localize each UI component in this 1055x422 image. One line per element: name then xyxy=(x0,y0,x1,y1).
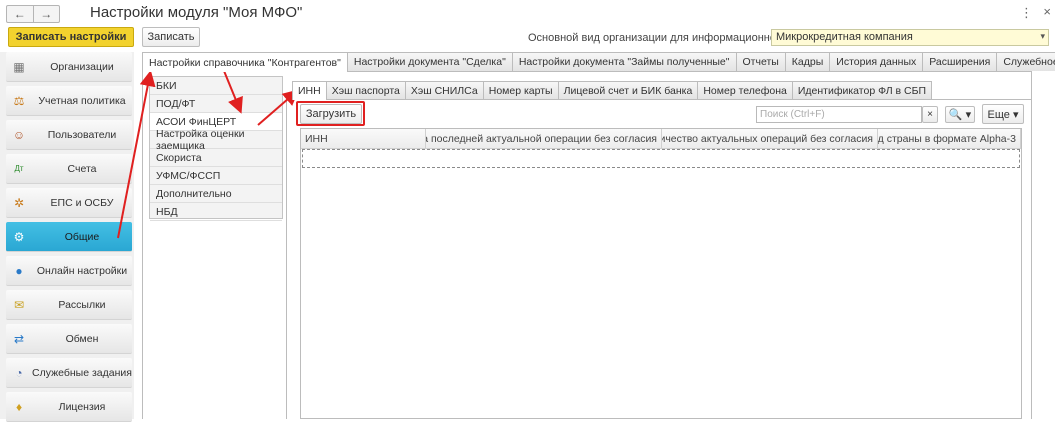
side-list-item[interactable]: УФМС/ФССП xyxy=(150,167,282,185)
back-arrow-icon[interactable]: ← xyxy=(7,6,34,22)
side-list-item[interactable]: Настройка оценки заемщика xyxy=(150,128,282,152)
more-button[interactable]: Еще ▾ xyxy=(982,104,1024,124)
debit-credit-icon: Дт xyxy=(14,164,24,173)
envelope-icon: ✉ xyxy=(13,297,25,312)
lightbulb-icon: ♦ xyxy=(15,399,23,414)
sidebar-item-label: Онлайн настройки xyxy=(36,264,128,277)
sidebar-item-label: ЕПС и ОСБУ xyxy=(50,196,114,209)
top-tab[interactable]: Кадры xyxy=(784,52,831,71)
sidebar-item[interactable]: ♦ Лицензия xyxy=(6,392,132,422)
side-section-list: БКИ ПОД/ФТ АСОИ ФинЦЕРТ Настройка оценки за… xyxy=(149,76,283,221)
table-row[interactable] xyxy=(302,149,1020,168)
sidebar-item[interactable]: ⚖ Учетная политика xyxy=(6,86,132,116)
sidebar-item[interactable]: ▦ Организации xyxy=(6,52,132,82)
sidebar-item[interactable]: ⚙ Общие xyxy=(6,222,132,252)
sidebar-item[interactable]: ✉ Рассылки xyxy=(6,290,132,320)
side-list-item[interactable]: ПОД/ФТ xyxy=(150,95,282,113)
user-icon: ☺ xyxy=(12,127,26,142)
load-button-highlight xyxy=(296,101,365,126)
side-list-item[interactable]: Скориста xyxy=(150,149,282,167)
sidebar-item-label: Организации xyxy=(50,60,114,73)
top-tab[interactable]: Расширения xyxy=(922,52,998,71)
table-column-header[interactable]: ИНН xyxy=(301,129,426,149)
gear-people-icon: ✲ xyxy=(13,195,25,210)
top-tab-bar: Настройки справочника "Контрагентов" Наст… xyxy=(142,52,1055,72)
history-nav: ← → xyxy=(6,5,60,23)
sub-tab[interactable]: Номер карты xyxy=(482,81,559,99)
sidebar-item-label: Служебные задания xyxy=(32,366,132,379)
top-tab[interactable]: Служебное xyxy=(996,52,1055,71)
clear-search-icon[interactable]: × xyxy=(922,106,938,123)
sub-tab[interactable]: Идентификатор ФЛ в СБП xyxy=(791,81,933,99)
sub-tab[interactable]: ИНН xyxy=(292,81,327,100)
data-table: ИНН Дата последней актуальной операции бе… xyxy=(300,128,1022,419)
table-column-header[interactable]: Дата последней актуальной операции без с… xyxy=(426,129,662,149)
org-type-select[interactable]: Микрокредитная компания ▾ xyxy=(771,29,1049,46)
sidebar-item-label: Счета xyxy=(67,162,97,175)
sidebar-item[interactable]: Дт Счета xyxy=(6,154,132,184)
sub-tab-bar: ИНН Хэш паспорта Хэш СНИЛСа Номер карты Лице… xyxy=(292,81,933,100)
gear-icon: ⚙ xyxy=(13,229,25,244)
save-settings-button[interactable]: Записать настройки xyxy=(8,27,134,47)
search-icon[interactable]: 🔍 ▾ xyxy=(945,106,975,123)
table-column-header[interactable]: Количество актуальных операций без согла… xyxy=(662,129,878,149)
sidebar-item[interactable]: ☺ Пользователи xyxy=(6,120,132,150)
sub-tab[interactable]: Лицевой счет и БИК банка xyxy=(557,81,699,99)
more-vertical-icon[interactable]: ⋮ xyxy=(1020,5,1033,21)
sidebar-item[interactable]: ● Онлайн настройки xyxy=(6,256,132,286)
sidebar-item[interactable]: ◔ Служебные задания xyxy=(6,358,132,388)
sidebar-item-label: Обмен xyxy=(65,332,99,345)
sidebar-item-label: Общие xyxy=(64,230,100,243)
search-input[interactable]: Поиск (Ctrl+F) xyxy=(756,106,922,123)
top-tab[interactable]: История данных xyxy=(829,52,924,71)
window-title: Настройки модуля "Моя МФО" xyxy=(90,4,303,21)
sidebar-item-label: Рассылки xyxy=(58,298,106,311)
sub-tab[interactable]: Хэш паспорта xyxy=(325,81,406,99)
side-list-item[interactable]: НБД xyxy=(150,203,282,221)
chevron-down-icon[interactable]: ▾ xyxy=(1040,31,1045,42)
clock-icon: ◔ xyxy=(15,365,23,380)
side-list-item[interactable]: Дополнительно xyxy=(150,185,282,203)
table-header: ИНН Дата последней актуальной операции бе… xyxy=(301,129,1021,149)
sidebar-item-label: Пользователи xyxy=(47,128,117,141)
write-button[interactable]: Записать xyxy=(142,27,200,47)
building-icon: ▦ xyxy=(13,59,25,74)
top-tab[interactable]: Настройки документа "Займы полученные" xyxy=(511,52,737,71)
side-list-item[interactable]: БКИ xyxy=(150,77,282,95)
top-tab[interactable]: Настройки документа "Сделка" xyxy=(346,52,513,71)
close-icon[interactable]: × xyxy=(1043,4,1051,19)
sidebar-item-label: Учетная политика xyxy=(38,94,126,107)
top-tab[interactable]: Отчеты xyxy=(735,52,786,71)
forward-arrow-icon[interactable]: → xyxy=(34,6,60,22)
sidebar-item[interactable]: ✲ ЕПС и ОСБУ xyxy=(6,188,132,218)
exchange-icon: ⇄ xyxy=(13,331,25,346)
top-tab[interactable]: Настройки справочника "Контрагентов" xyxy=(142,52,348,72)
sub-tab[interactable]: Хэш СНИЛСа xyxy=(404,81,484,99)
org-type-value: Микрокредитная компания xyxy=(776,31,913,43)
sidebar-item[interactable]: ⇄ Обмен xyxy=(6,324,132,354)
globe-icon: ● xyxy=(15,263,23,278)
table-column-header[interactable]: Код страны в формате Alpha-3 xyxy=(878,129,1021,149)
sub-tab[interactable]: Номер телефона xyxy=(697,81,793,99)
sidebar-item-label: Лицензия xyxy=(58,400,106,413)
scales-icon: ⚖ xyxy=(13,93,25,108)
